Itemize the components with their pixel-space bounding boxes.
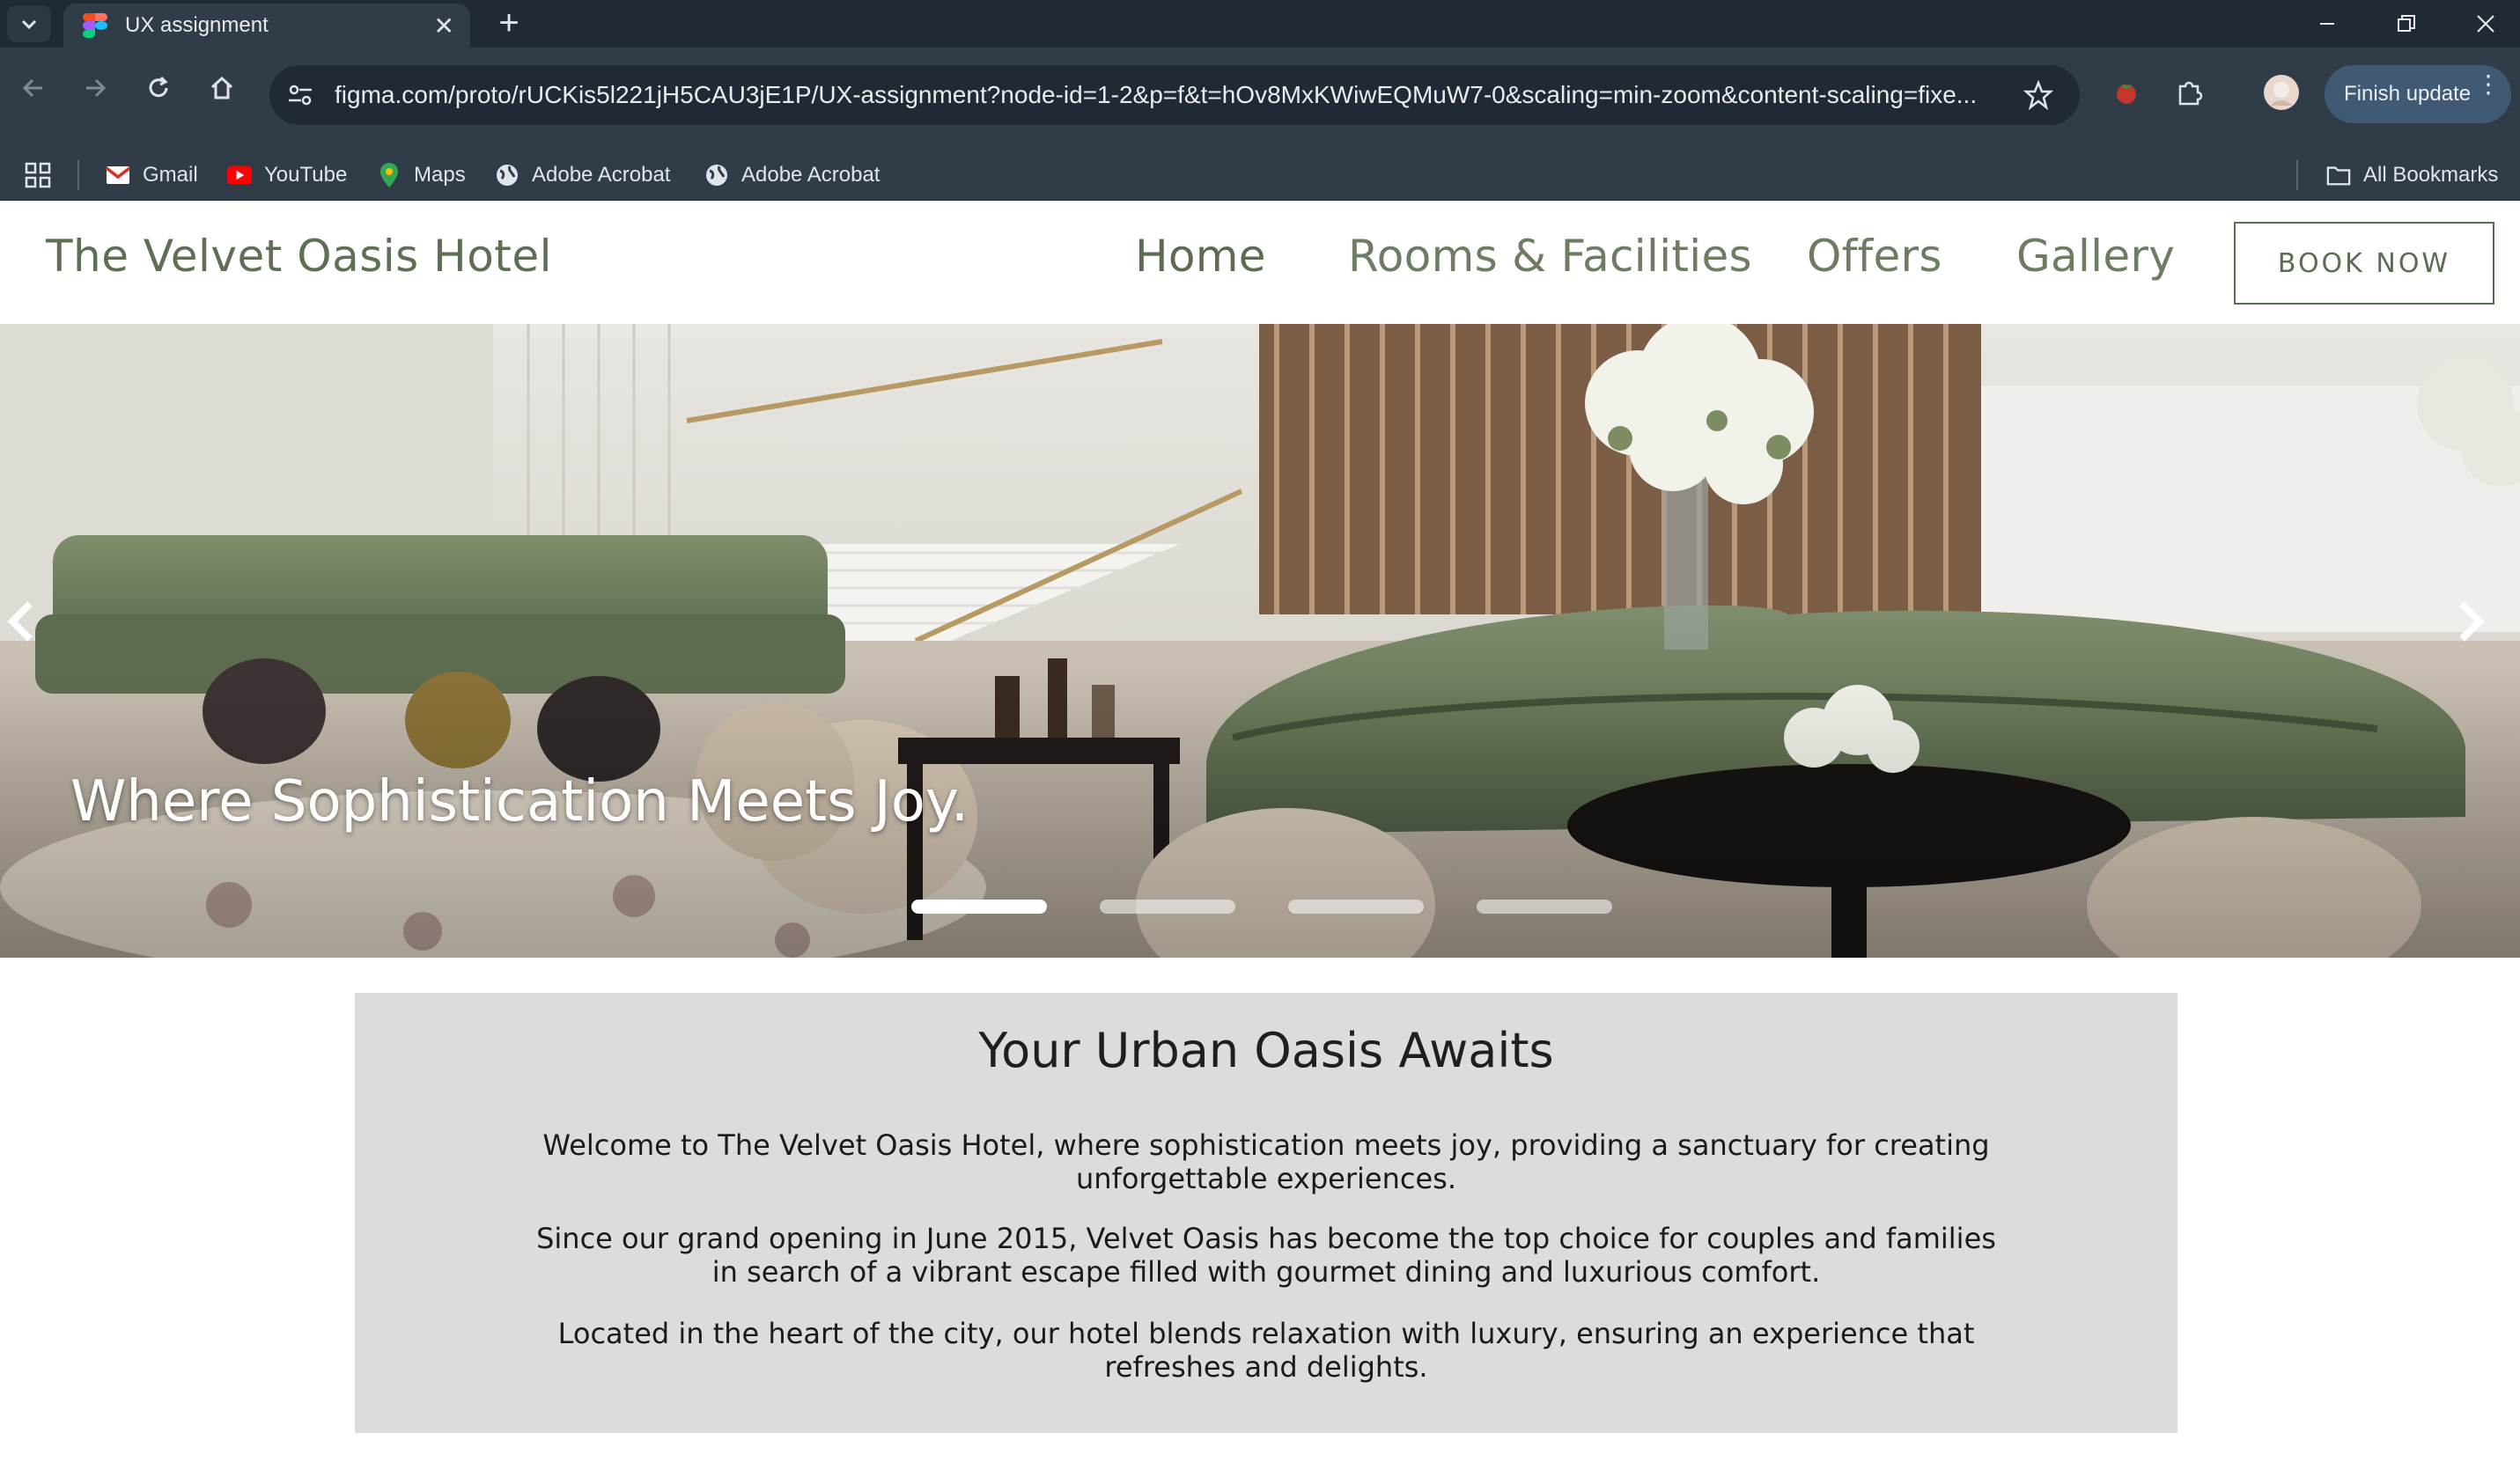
reload-button[interactable]: [136, 65, 181, 111]
back-button[interactable]: [11, 65, 56, 111]
hotel-lobby-image: [0, 324, 2520, 958]
carousel-dot-1[interactable]: [911, 900, 1047, 914]
new-tab-button[interactable]: +: [490, 5, 528, 44]
carousel-dot-4[interactable]: [1477, 900, 1612, 914]
nav-offers[interactable]: Offers: [1807, 231, 1942, 282]
address-toolbar: figma.com/proto/rUCKis5l221jH5CAU3jE1P/U…: [0, 48, 2520, 150]
intro-paragraph-1: Welcome to The Velvet Oasis Hotel, where…: [542, 1128, 1990, 1195]
bookmark-maps[interactable]: Maps: [377, 150, 466, 201]
carousel-dot-2[interactable]: [1100, 900, 1235, 914]
intro-section: Your Urban Oasis Awaits Welcome to The V…: [355, 993, 2177, 1433]
close-window-button[interactable]: [2446, 0, 2520, 48]
minimize-button[interactable]: [2288, 0, 2367, 48]
nav-gallery[interactable]: Gallery: [2016, 231, 2175, 282]
figma-icon: [83, 13, 107, 38]
all-bookmarks-button[interactable]: All Bookmarks: [2326, 150, 2498, 201]
bookmark-adobe-acrobat-2[interactable]: Adobe Acrobat: [704, 150, 880, 201]
nav-rooms-facilities[interactable]: Rooms & Facilities: [1348, 231, 1752, 282]
gmail-icon: [106, 163, 130, 187]
home-button[interactable]: [199, 65, 245, 111]
bookmarks-divider: [77, 160, 79, 190]
extensions-puzzle-icon[interactable]: [2170, 72, 2210, 113]
chevron-down-icon: [21, 19, 37, 30]
bookmark-gmail[interactable]: Gmail: [106, 150, 198, 201]
site-header: The Velvet Oasis Hotel Home Rooms & Faci…: [0, 201, 2520, 324]
book-now-button[interactable]: BOOK NOW: [2234, 222, 2494, 305]
profile-avatar[interactable]: [2261, 72, 2302, 113]
apps-grid-icon: [25, 162, 51, 188]
bookmark-star-icon[interactable]: [2023, 80, 2053, 110]
globe-icon: [495, 163, 519, 187]
site-settings-icon[interactable]: [285, 80, 315, 110]
tab-title: UX assignment: [125, 13, 269, 37]
url-text[interactable]: figma.com/proto/rUCKis5l221jH5CAU3jE1P/U…: [335, 81, 2008, 109]
reload-icon: [149, 76, 168, 98]
close-tab-icon[interactable]: ✕: [434, 11, 454, 40]
intro-paragraph-3: Located in the heart of the city, our ho…: [557, 1317, 1975, 1384]
browser-tab[interactable]: UX assignment ✕: [63, 4, 470, 48]
restore-icon: [2398, 15, 2415, 32]
more-options-icon[interactable]: ⋮: [2476, 72, 2501, 97]
globe-icon: [704, 163, 729, 187]
forward-button[interactable]: [72, 65, 118, 111]
bookmark-label: Maps: [414, 163, 466, 187]
chevron-left-icon: [7, 601, 33, 642]
maps-icon: [377, 163, 402, 187]
bookmark-youtube[interactable]: YouTube: [227, 150, 347, 201]
browser-tab-bar: UX assignment ✕ +: [0, 0, 2520, 48]
bookmarks-bar: Gmail YouTube Maps Adobe Acrobat Adobe A…: [0, 150, 2520, 201]
apps-grid-button[interactable]: [25, 150, 51, 201]
bookmark-label: Adobe Acrobat: [741, 163, 881, 187]
carousel-dot-3[interactable]: [1288, 900, 1424, 914]
hero-carousel: Where Sophistication Meets Joy.: [0, 324, 2520, 958]
restore-button[interactable]: [2367, 0, 2446, 48]
hotel-brand-logo[interactable]: The Velvet Oasis Hotel: [46, 231, 552, 282]
hero-caption: Where Sophistication Meets Joy.: [70, 769, 969, 834]
nav-home[interactable]: Home: [1135, 231, 1266, 282]
finish-update-button[interactable]: Finish update ⋮: [2325, 65, 2511, 123]
bookmark-label: YouTube: [264, 163, 348, 187]
minimize-icon: [2320, 23, 2334, 25]
chevron-right-icon: [2459, 601, 2485, 642]
carousel-prev-button[interactable]: [5, 599, 70, 678]
forward-arrow-icon: [86, 78, 107, 98]
home-icon: [210, 76, 233, 99]
extension-tomato-icon[interactable]: [2106, 72, 2147, 113]
bookmark-label: Adobe Acrobat: [532, 163, 671, 187]
bookmarks-divider: [2296, 160, 2298, 190]
intro-paragraph-2: Since our grand opening in June 2015, Ve…: [536, 1222, 1996, 1289]
carousel-next-button[interactable]: [2455, 599, 2520, 678]
tab-search-button[interactable]: [7, 5, 51, 42]
back-arrow-icon: [22, 78, 42, 98]
bookmark-adobe-acrobat-1[interactable]: Adobe Acrobat: [495, 150, 670, 201]
intro-heading: Your Urban Oasis Awaits: [978, 1023, 1554, 1078]
finish-update-label: Finish update: [2344, 82, 2472, 106]
folder-icon: [2326, 163, 2351, 187]
close-icon: [2477, 15, 2494, 33]
bookmark-label: Gmail: [143, 163, 198, 187]
all-bookmarks-label: All Bookmarks: [2363, 163, 2499, 187]
omnibox[interactable]: figma.com/proto/rUCKis5l221jH5CAU3jE1P/U…: [269, 65, 2080, 125]
youtube-icon: [227, 163, 252, 187]
